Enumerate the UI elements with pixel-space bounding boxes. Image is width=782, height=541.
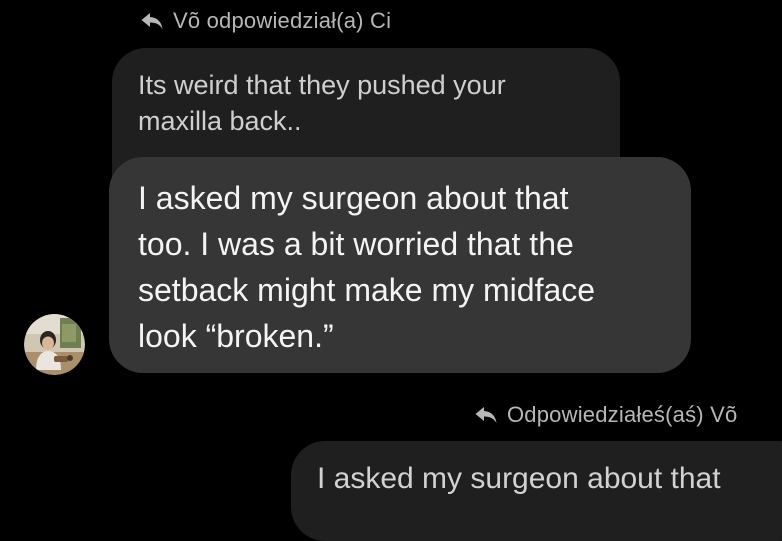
reply-arrow-icon <box>475 407 497 423</box>
reply-arrow-icon <box>141 13 163 29</box>
received-message-bubble[interactable]: I asked my surgeon about that too. I was… <box>109 157 691 373</box>
avatar[interactable] <box>24 314 85 375</box>
user-avatar-photo <box>24 314 85 375</box>
reply-context-text: Võ odpowiedział(a) Ci <box>173 8 392 33</box>
reply-context-header-received: Võ odpowiedział(a) Ci <box>140 8 391 34</box>
quoted-message-bubble[interactable]: I asked my surgeon about that <box>291 441 782 541</box>
reply-context-text: Odpowiedziałeś(aś) Võ <box>507 402 738 427</box>
reply-context-header-sent: Odpowiedziałeś(aś) Võ <box>474 402 737 428</box>
